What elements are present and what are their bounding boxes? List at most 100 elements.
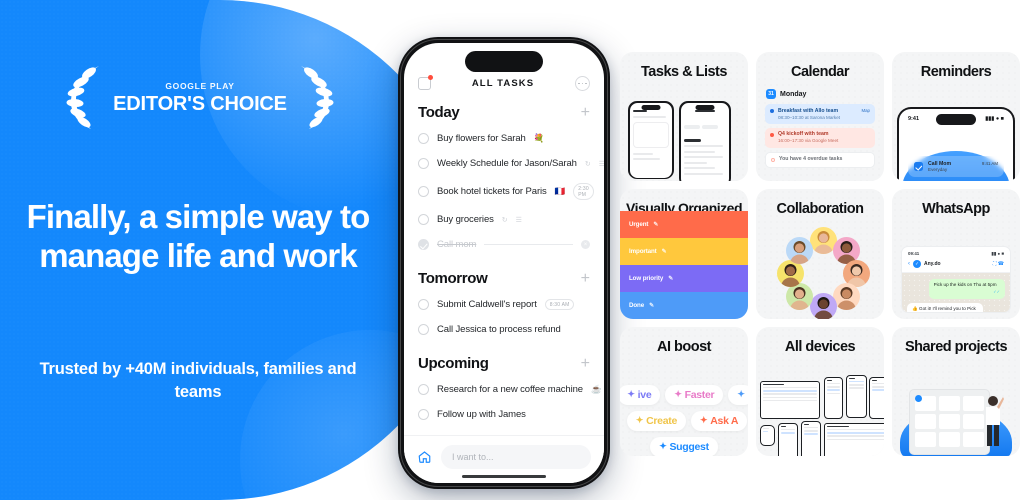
task-section-header: Tomorrow + [404, 257, 604, 292]
card-title: WhatsApp [922, 201, 990, 218]
task-row[interactable]: Weekly Schedule for Jason/Sarah ↻ ☰ [404, 151, 604, 176]
task-row[interactable]: Buy groceries ↻ ☰ [404, 207, 604, 232]
home-icon[interactable] [417, 450, 432, 464]
contact-avatar: ✓ [913, 259, 921, 268]
feature-cards-grid: Tasks & Lists Calendar 31 Monday Breakfa… [620, 52, 1020, 456]
calendar-event[interactable]: Q4 kickoff with team 16:00–17:30 via Goo… [765, 127, 875, 149]
card-shared-projects[interactable]: Shared projects [892, 326, 1020, 456]
sparkle-icon: ✦ [700, 415, 708, 426]
ai-pill[interactable]: ✦ Ask A [691, 410, 748, 431]
event-dot-icon [770, 109, 774, 114]
ai-pill-label: Ask A [710, 414, 739, 427]
share-icon[interactable]: ☰ [516, 216, 522, 224]
task-checkbox[interactable] [418, 186, 429, 197]
mini-phone-left [628, 101, 674, 180]
task-row[interactable]: Call Jessica to process refund [404, 317, 604, 342]
avatar-face-icon [836, 287, 856, 311]
edit-pencil-icon[interactable]: ✎ [649, 302, 654, 309]
task-emoji: ☕ [590, 384, 602, 394]
priority-band[interactable]: Urgent ✎ [620, 210, 748, 238]
priority-label: Low priority [629, 274, 664, 282]
add-task-button[interactable]: + [581, 270, 590, 287]
card-reminders[interactable]: Reminders 9:41 ▮▮▮ ● ■ Call Mom Everyday [892, 52, 1020, 182]
event-title: Q4 kickoff with team [778, 131, 829, 138]
task-checkbox[interactable] [418, 133, 429, 144]
device-phone-1 [824, 376, 843, 419]
task-checkbox[interactable] [418, 384, 429, 395]
share-icon[interactable]: ☰ [599, 160, 604, 168]
priority-band[interactable]: Done ✎ [620, 291, 748, 319]
inbox-square-icon[interactable] [418, 75, 433, 90]
back-chevron-icon[interactable]: ‹ [908, 261, 910, 267]
add-task-button[interactable]: + [581, 355, 590, 372]
task-row[interactable]: Follow up with James [404, 402, 604, 427]
card-visually-organized[interactable]: Visually Organized Urgent ✎ Important ✎ Low … [620, 189, 748, 319]
edit-pencil-icon[interactable]: ✎ [668, 275, 673, 282]
calendar-overdue-row[interactable]: You have 4 overdue tasks [765, 151, 875, 168]
priority-band[interactable]: Important ✎ [620, 237, 748, 265]
card-title: Collaboration [776, 201, 864, 218]
card-all-devices[interactable]: All devices [756, 326, 884, 456]
sparkle-icon: ✦ [674, 389, 682, 400]
device-tablet [760, 380, 820, 419]
app-title: ALL TASKS [471, 78, 535, 89]
card-tasks-lists[interactable]: Tasks & Lists [620, 52, 748, 182]
repeat-icon[interactable]: ↻ [502, 216, 508, 224]
task-row[interactable]: Submit Caldwell's report 8:30 AM [404, 292, 604, 317]
ai-pill[interactable]: ✦ Suggest [650, 436, 718, 456]
task-checkbox[interactable] [418, 299, 429, 310]
task-checkbox[interactable] [418, 324, 429, 335]
ai-pill[interactable]: ✦ [728, 384, 748, 405]
ai-pill[interactable]: ✦ ive [620, 384, 661, 405]
avatar [786, 283, 814, 311]
mini-phones [628, 101, 731, 182]
more-options-icon[interactable] [574, 76, 590, 91]
ai-pill[interactable]: ✦ Create [626, 410, 686, 431]
task-label: Follow up with James [437, 409, 526, 420]
card-illustration [892, 355, 1020, 456]
repeat-icon[interactable]: ↻ [585, 160, 591, 168]
calendar-event[interactable]: Breakfast with Allo team 08:30–10:30 at … [765, 104, 875, 125]
task-row[interactable]: Buy flowers for Sarah 💐 [404, 126, 604, 151]
task-row[interactable]: Research for a new coffee machine ☕ [404, 377, 604, 402]
reminder-notification[interactable]: Call Mom Everyday 9:41 AM [908, 156, 1004, 178]
card-ai-boost[interactable]: AI boost ✦ ive ✦ Faster ✦ ✦ Create ✦ Ask… [620, 326, 748, 456]
phone-mockup: ALL TASKS Today + Buy flowers for Sarah 💐 We… [398, 37, 610, 489]
want-to-input[interactable]: I want to... [441, 445, 591, 469]
task-checkbox[interactable] [418, 409, 429, 420]
task-label: Submit Caldwell's report [437, 299, 537, 310]
avatar-face-icon [790, 240, 810, 264]
laurel-wreath-right-icon [300, 66, 334, 129]
avatar [786, 236, 814, 264]
task-checkbox[interactable] [418, 158, 429, 169]
task-checkbox[interactable] [418, 214, 429, 225]
chat-bubble-incoming: 👍 Got it! I'll remind you to Pick up the… [907, 302, 984, 312]
task-row[interactable]: Book hotel tickets for Paris 🇫🇷 2:30 PM [404, 176, 604, 207]
card-collaboration[interactable]: Collaboration [756, 189, 884, 319]
checkbox-icon[interactable] [914, 162, 923, 172]
remove-task-icon[interactable]: × [581, 240, 590, 249]
ai-pill-group: ✦ ive ✦ Faster ✦ ✦ Create ✦ Ask A ✦ Sugg… [620, 384, 748, 456]
task-time-chip: 2:30 PM [573, 183, 594, 200]
phone-notch [465, 51, 543, 72]
ai-pill-label: Create [646, 414, 677, 427]
chat-action-icons[interactable]: ⛶ ☎ [993, 261, 1004, 267]
task-checkbox[interactable] [418, 239, 429, 250]
priority-band[interactable]: Low priority ✎ [620, 264, 748, 292]
task-row[interactable]: Call mom × [404, 232, 604, 257]
device-phone-3 [869, 376, 884, 419]
task-label: Weekly Schedule for Jason/Sarah [437, 158, 577, 169]
card-whatsapp[interactable]: WhatsApp 09:41 ▮▮ ● ■ ‹ ✓ Any.do ⛶ ☎ Pic… [892, 189, 1020, 319]
edit-pencil-icon[interactable]: ✎ [662, 248, 667, 255]
sparkle-icon: ✦ [659, 441, 667, 452]
card-calendar[interactable]: Calendar 31 Monday Breakfast with Allo t… [756, 52, 884, 182]
laurel-wreath-left-icon [66, 66, 100, 129]
edit-pencil-icon[interactable]: ✎ [653, 221, 658, 228]
section-title: Tomorrow [418, 270, 488, 287]
section-title: Upcoming [418, 355, 489, 372]
ai-pill[interactable]: ✦ Faster [665, 384, 724, 405]
add-task-button[interactable]: + [581, 104, 590, 121]
event-map-link[interactable]: Map [861, 108, 870, 113]
status-icons: ▮▮ ● ■ [991, 250, 1004, 256]
device-desktop [824, 422, 884, 456]
